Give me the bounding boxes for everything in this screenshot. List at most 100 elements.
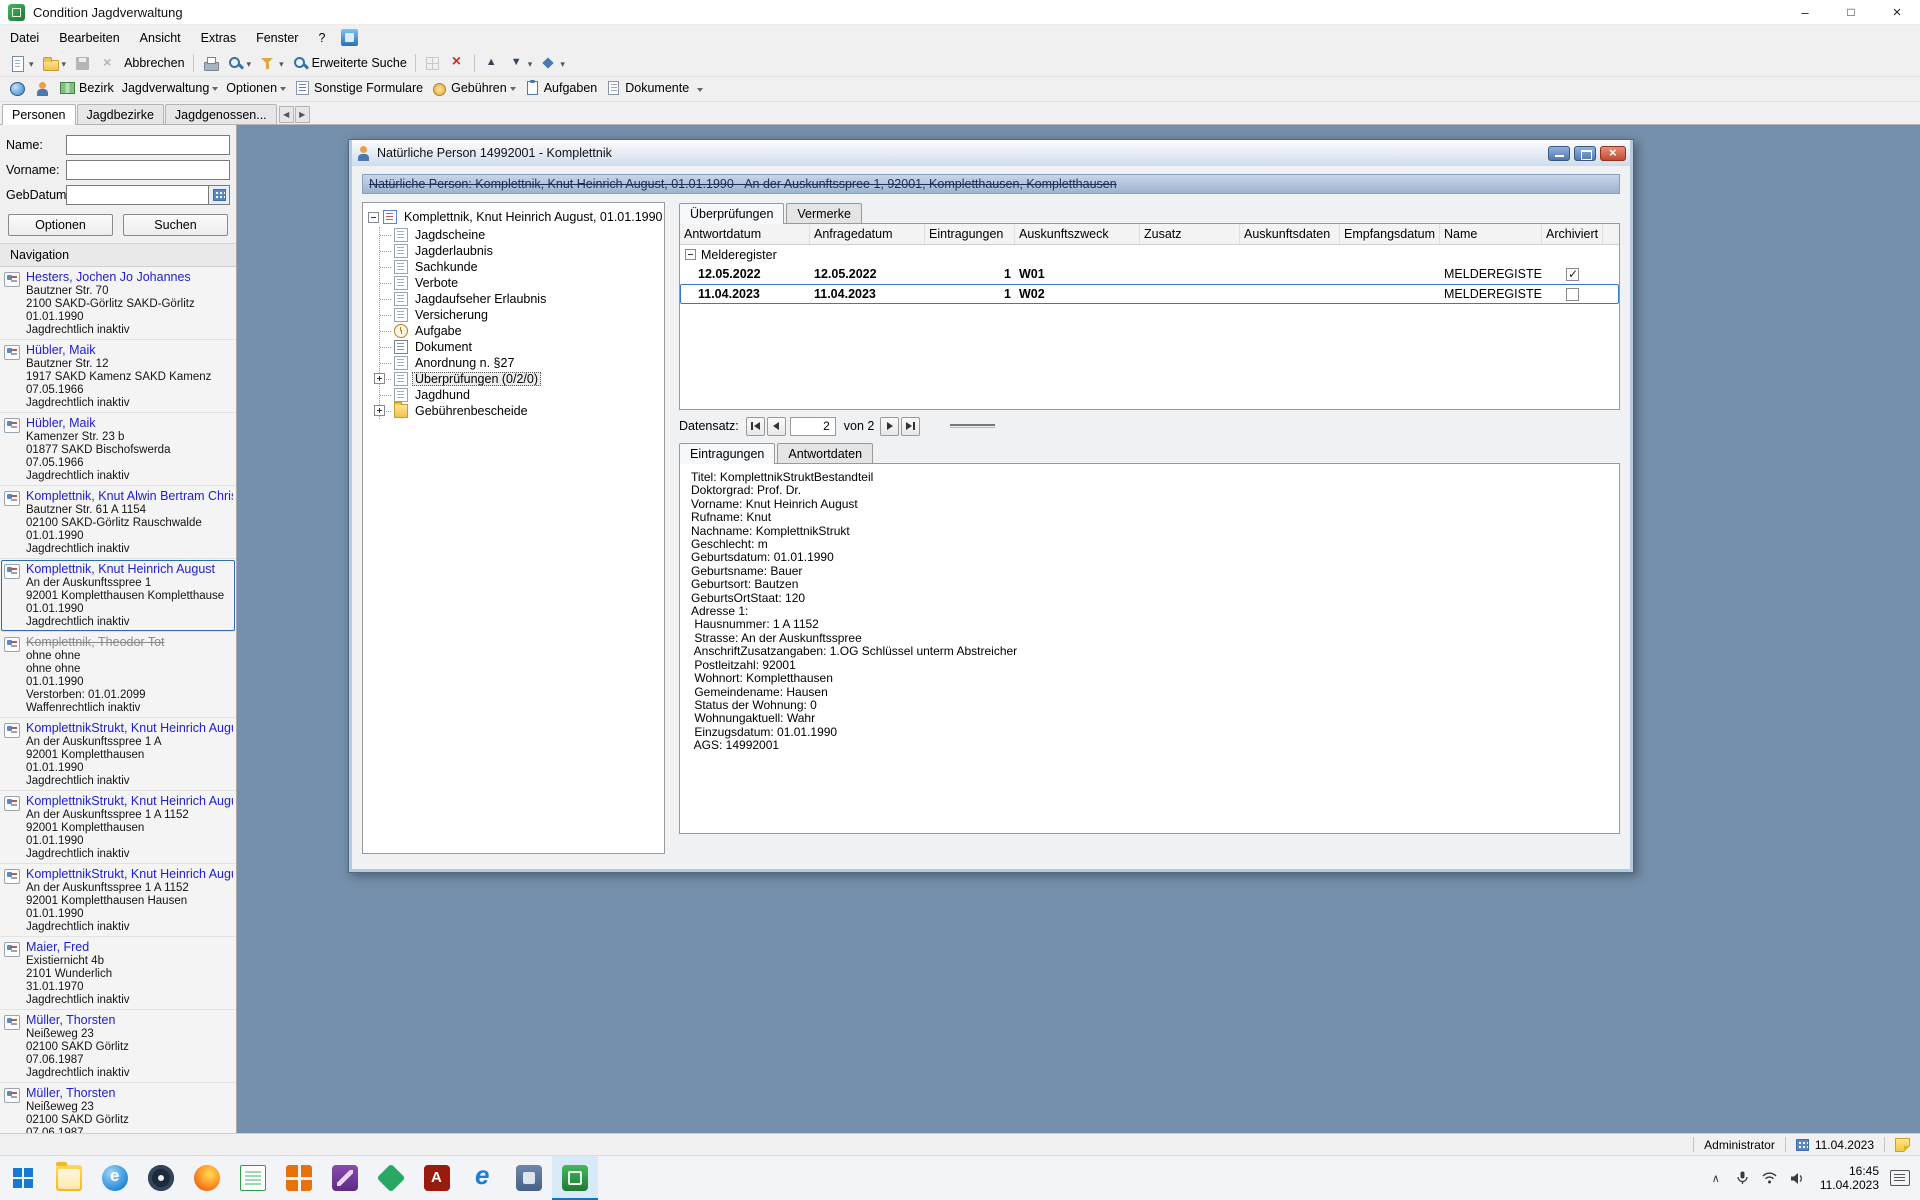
taskbar-app[interactable] xyxy=(552,1156,598,1200)
column-header[interactable]: Empfangsdatum xyxy=(1340,224,1440,244)
taskbar-app[interactable] xyxy=(230,1156,276,1200)
tree-node[interactable]: Aufgabe xyxy=(380,323,661,339)
save-button[interactable] xyxy=(70,52,95,74)
person-window-titlebar[interactable]: Natürliche Person 14992001 - Komplettnik xyxy=(352,140,1630,166)
last-record-button[interactable] xyxy=(901,417,920,436)
person-name-link[interactable]: Hübler, Maik xyxy=(26,416,233,431)
erweiterte-suche-button[interactable]: Erweiterte Suche xyxy=(288,52,411,74)
tree-node[interactable]: Jagdaufseher Erlaubnis xyxy=(380,291,661,307)
gebdatum-input[interactable] xyxy=(66,185,209,205)
tree-collapse-icon[interactable] xyxy=(368,212,379,223)
close-record-button[interactable] xyxy=(445,52,470,74)
volume-icon[interactable] xyxy=(1789,1170,1805,1186)
column-header[interactable]: Anfragedatum xyxy=(810,224,925,244)
sort-down-button[interactable] xyxy=(504,52,537,74)
menu-item[interactable]: Extras xyxy=(191,25,246,50)
tree-node[interactable]: Versicherung xyxy=(380,307,661,323)
previous-record-button[interactable] xyxy=(767,417,786,436)
person-list-item[interactable]: Hesters, Jochen Jo Johannes Bautzner Str… xyxy=(0,267,236,340)
action-center-icon[interactable] xyxy=(1890,1170,1910,1186)
open-button[interactable] xyxy=(38,52,71,74)
maximize-button[interactable] xyxy=(1574,146,1596,161)
tree-node[interactable]: Dokument xyxy=(380,339,661,355)
minimize-button[interactable] xyxy=(1782,0,1828,24)
taskbar-app[interactable] xyxy=(138,1156,184,1200)
navigate-button[interactable] xyxy=(536,52,569,74)
taskbar-app[interactable] xyxy=(184,1156,230,1200)
child-window-menu-icon[interactable] xyxy=(341,29,358,46)
microphone-icon[interactable] xyxy=(1735,1170,1751,1186)
wifi-icon[interactable] xyxy=(1762,1170,1778,1186)
archiviert-checkbox[interactable] xyxy=(1566,268,1579,281)
person-name-link[interactable]: Müller, Thorsten xyxy=(26,1013,233,1028)
module-button[interactable]: Jagdverwaltung xyxy=(118,77,223,99)
menu-item[interactable]: ? xyxy=(308,25,335,50)
column-header[interactable]: Zusatz xyxy=(1140,224,1240,244)
tree-node[interactable]: Verbote xyxy=(380,275,661,291)
person-list-item[interactable]: KomplettnikStrukt, Knut Heinrich Augu An… xyxy=(0,864,236,937)
entry-detail-box[interactable]: Titel: KomplettnikStruktBestandteilDokto… xyxy=(679,464,1620,834)
optionen-button[interactable]: Optionen xyxy=(8,214,113,236)
tree-expand-icon[interactable] xyxy=(374,373,385,384)
column-header[interactable]: Archiviert xyxy=(1542,224,1603,244)
person-name-link[interactable]: Hübler, Maik xyxy=(26,343,233,358)
person-list-item[interactable]: Hübler, Maik Kamenzer Str. 23 b01877 SAK… xyxy=(0,413,236,486)
group-collapse-icon[interactable] xyxy=(685,249,696,260)
menu-item[interactable]: Datei xyxy=(0,25,49,50)
module-button[interactable]: Gebühren xyxy=(427,77,520,99)
detail-tab[interactable]: Antwortdaten xyxy=(777,443,873,463)
print-button[interactable] xyxy=(198,52,223,74)
taskbar-app[interactable] xyxy=(506,1156,552,1200)
module-button[interactable]: Aufgaben xyxy=(520,77,602,99)
taskbar-app[interactable] xyxy=(92,1156,138,1200)
person-list-item[interactable]: Komplettnik, Knut Alwin Bertram Christ B… xyxy=(0,486,236,559)
module-button[interactable]: Optionen xyxy=(222,77,290,99)
column-header[interactable]: Auskunftszweck xyxy=(1015,224,1140,244)
tab-scroll-left-button[interactable] xyxy=(279,106,294,123)
home-button[interactable] xyxy=(5,78,30,100)
person-name-link[interactable]: Maier, Fred xyxy=(26,940,233,955)
taskbar-app[interactable] xyxy=(276,1156,322,1200)
close-button[interactable] xyxy=(1874,0,1920,24)
tree-node[interactable]: Gebührenbescheide xyxy=(380,403,661,419)
toolbar-overflow-button[interactable] xyxy=(693,78,707,100)
person-name-link[interactable]: Komplettnik, Knut Heinrich August xyxy=(26,562,233,577)
sort-up-button[interactable] xyxy=(479,52,504,74)
detail-tab[interactable]: Eintragungen xyxy=(679,443,775,464)
taskbar-app[interactable] xyxy=(414,1156,460,1200)
tree-node[interactable]: Jagdscheine xyxy=(380,227,661,243)
person-name-link[interactable]: Komplettnik, Knut Alwin Bertram Christ xyxy=(26,489,233,504)
menu-item[interactable]: Fenster xyxy=(246,25,308,50)
search-button[interactable] xyxy=(223,52,256,74)
menu-item[interactable]: Ansicht xyxy=(130,25,191,50)
column-header[interactable]: Auskunftsdaten xyxy=(1240,224,1340,244)
abbrechen-button[interactable]: Abbrechen xyxy=(120,52,188,74)
module-button[interactable]: Sonstige Formulare xyxy=(290,77,427,99)
new-button[interactable] xyxy=(5,52,38,74)
person-name-link[interactable]: Müller, Thorsten xyxy=(26,1086,233,1101)
checks-tab[interactable]: Überprüfungen xyxy=(679,203,784,224)
person-list-item[interactable]: Komplettnik, Knut Heinrich August An der… xyxy=(0,559,236,632)
name-input[interactable] xyxy=(66,135,230,155)
group-row[interactable]: Melderegister xyxy=(680,245,1619,264)
person-list-item[interactable]: Komplettnik, Theodor Tot ohne ohneohne o… xyxy=(0,632,236,718)
person-module-button[interactable] xyxy=(30,78,55,100)
workspace-tab[interactable]: Personen xyxy=(2,104,76,125)
splitter-handle[interactable] xyxy=(950,424,995,428)
workspace-tab[interactable]: Jagdbezirke xyxy=(77,104,164,124)
record-position[interactable]: 2 xyxy=(790,417,836,436)
first-record-button[interactable] xyxy=(746,417,765,436)
tree-expand-icon[interactable] xyxy=(374,405,385,416)
taskbar-app[interactable] xyxy=(46,1156,92,1200)
person-list-item[interactable]: Müller, Thorsten Neißeweg 2302100 SAKD G… xyxy=(0,1010,236,1083)
vorname-input[interactable] xyxy=(66,160,230,180)
tree-node[interactable]: Jagdhund xyxy=(380,387,661,403)
tree-node[interactable]: Jagderlaubnis xyxy=(380,243,661,259)
person-list-item[interactable]: Müller, Thorsten Neißeweg 2302100 SAKD G… xyxy=(0,1083,236,1133)
archiviert-checkbox[interactable] xyxy=(1566,288,1579,301)
person-list-item[interactable]: Maier, Fred Existiernicht 4b2101 Wunderl… xyxy=(0,937,236,1010)
minimize-button[interactable] xyxy=(1548,146,1570,161)
person-name-link[interactable]: KomplettnikStrukt, Knut Heinrich Augu xyxy=(26,721,233,736)
start-button[interactable] xyxy=(0,1156,46,1200)
maximize-button[interactable] xyxy=(1828,0,1874,24)
